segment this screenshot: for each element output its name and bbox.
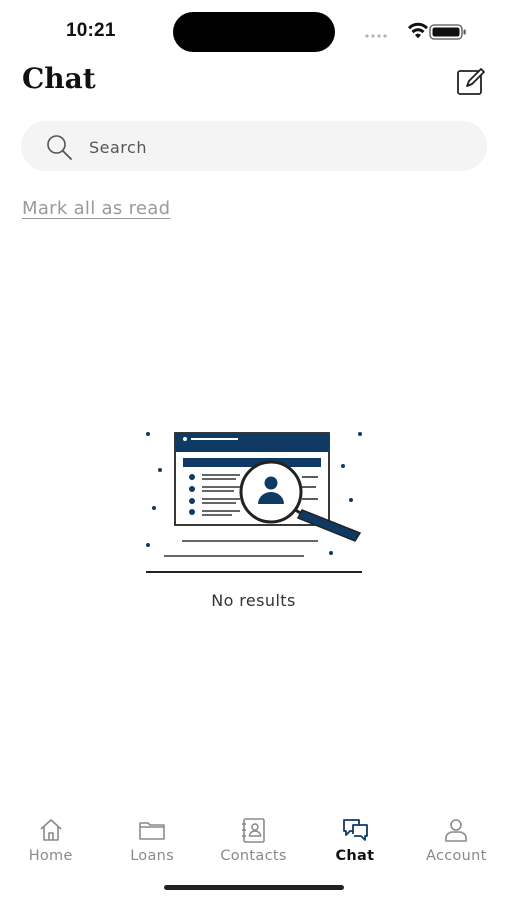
mark-all-read-link[interactable]: Mark all as read [22,198,170,219]
compose-icon[interactable] [455,66,487,98]
dynamic-island [173,12,335,52]
chat-bubbles-icon [343,819,368,841]
tab-home-label: Home [28,848,73,864]
search-icon [47,135,72,160]
tab-bar: Home Loans Contacts Chat Account [0,808,507,868]
tab-home[interactable]: Home [0,808,101,868]
tab-account-label: Account [426,848,487,864]
search-person-illustration [146,432,362,573]
status-time: 10:21 [66,20,116,41]
search-bar[interactable] [21,121,487,171]
folder-icon [139,822,165,840]
tab-chat[interactable]: Chat [304,808,405,868]
tab-loans[interactable]: Loans [101,808,202,868]
status-icons [365,22,466,40]
contacts-book-icon [241,818,265,843]
tab-loans-label: Loans [130,848,175,864]
tab-contacts[interactable]: Contacts [203,808,304,868]
person-icon [445,819,468,842]
signal-icon [365,34,387,38]
search-input[interactable] [87,133,471,161]
tab-chat-label: Chat [335,848,375,864]
battery-icon [429,24,466,40]
page-title: Chat [22,62,96,95]
home-icon [40,819,62,841]
wifi-icon [408,22,428,39]
empty-state-message: No results [211,591,296,610]
home-indicator [164,885,344,890]
tab-contacts-label: Contacts [220,848,287,864]
tab-account[interactable]: Account [406,808,507,868]
